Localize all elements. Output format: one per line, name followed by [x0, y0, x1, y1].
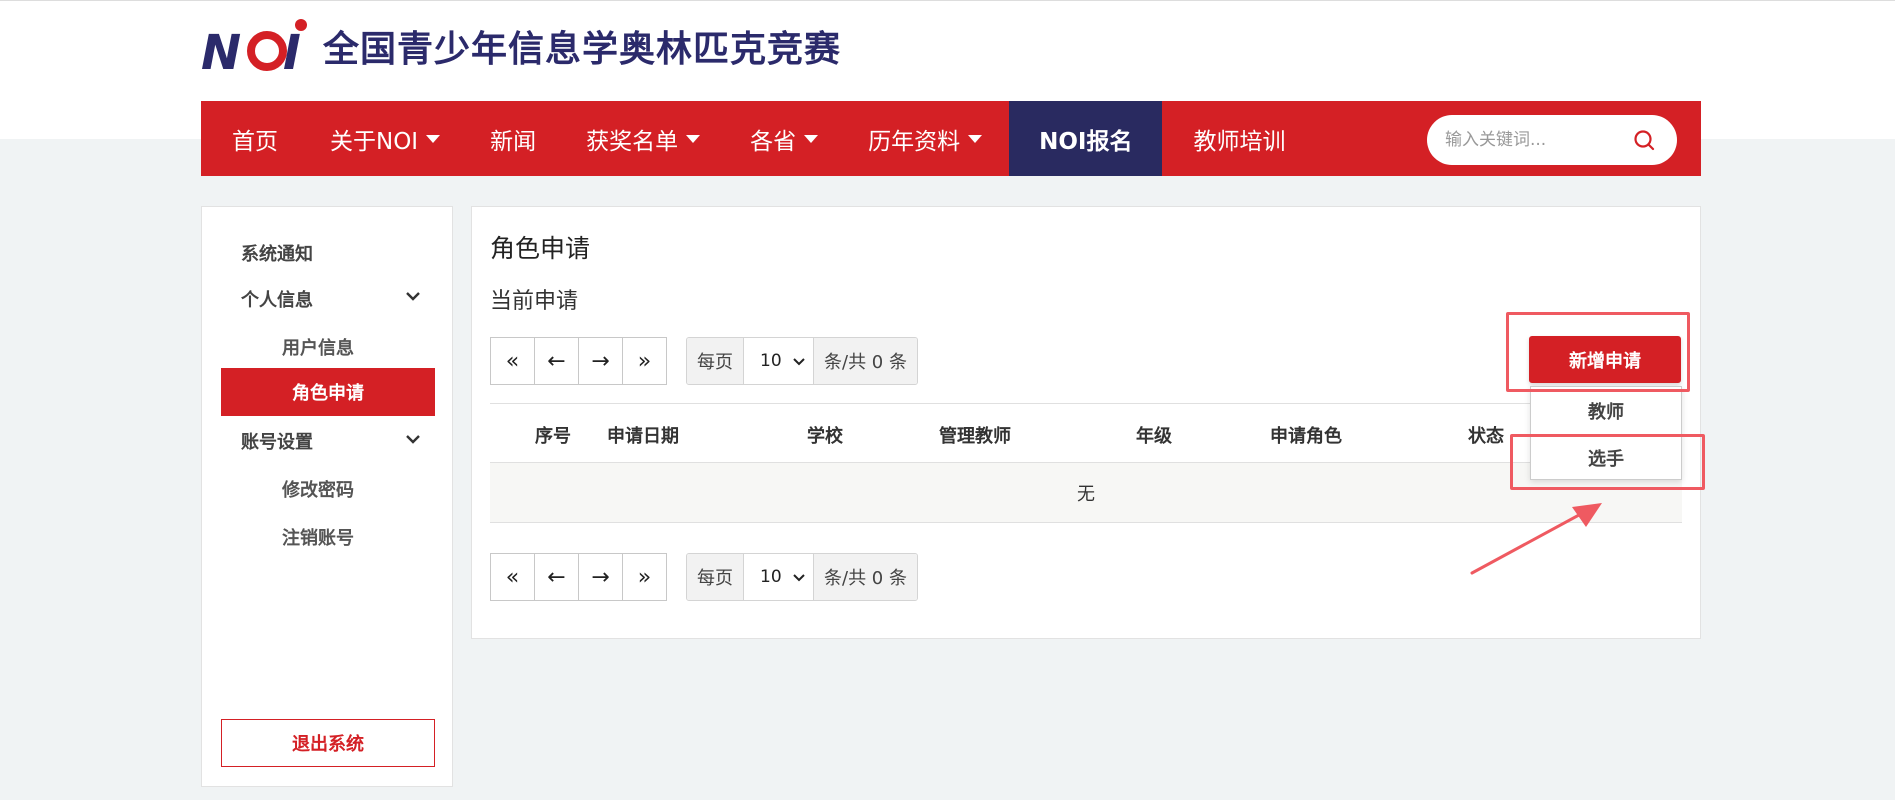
chevron-down-icon [793, 358, 805, 366]
chevron-down-icon [793, 574, 805, 582]
caret-down-icon [804, 134, 819, 143]
pager-bottom: « ← → » 每页 10 条/共 0 条 [490, 553, 918, 601]
page-title: 角色申请 [490, 234, 591, 263]
site-logo[interactable]: N I 全国青少年信息学奥林匹克竞赛 [201, 17, 841, 75]
chevron-down-icon[interactable] [405, 434, 421, 444]
nav-provinces-label: 各省 [750, 128, 797, 155]
next-page-button[interactable]: → [578, 337, 623, 385]
main-nav: 首页 关于NOI 新闻 获奖名单 各省 历年资料 NOI报名 教师培训 [201, 101, 1701, 176]
prev-page-button[interactable]: ← [534, 553, 579, 601]
column-header: 管理教师 [939, 426, 1011, 447]
sidebar: 系统通知 个人信息 用户信息 角色申请 账号设置 修改密码 注销账号 退出系统 [201, 206, 453, 787]
per-page-label: 每页 [687, 338, 743, 384]
nav-noi-registration[interactable]: NOI报名 [1009, 101, 1163, 176]
svg-text:I: I [283, 25, 301, 75]
sidebar-item-user-info[interactable]: 用户信息 [282, 334, 354, 360]
nav-awards[interactable]: 获奖名单 [586, 101, 701, 176]
nav-news[interactable]: 新闻 [490, 101, 536, 176]
nav-teacher-training[interactable]: 教师培训 [1193, 101, 1285, 176]
logout-button[interactable]: 退出系统 [221, 719, 435, 767]
last-page-button[interactable]: » [622, 553, 667, 601]
column-header: 序号 [535, 426, 571, 447]
caret-down-icon [686, 134, 701, 143]
svg-text:N: N [201, 25, 241, 75]
search-icon[interactable] [1633, 129, 1655, 151]
nav-teacher-training-label: 教师培训 [1193, 128, 1286, 155]
noi-logo-icon: N I [201, 19, 307, 75]
page-size-select[interactable]: 10 [743, 554, 814, 600]
sidebar-item-system-notice[interactable]: 系统通知 [241, 240, 313, 266]
page-size-group: 每页 10 条/共 0 条 [686, 553, 918, 601]
prev-page-button[interactable]: ← [534, 337, 579, 385]
column-header: 申请日期 [607, 426, 679, 447]
menu-item-contestant[interactable]: 选手 [1531, 434, 1681, 481]
nav-archives-label: 历年资料 [868, 128, 961, 155]
page-size-select[interactable]: 10 [743, 338, 814, 384]
search-input[interactable] [1445, 130, 1625, 150]
table-header: 序号 申请日期 学校 管理教师 年级 申请角色 状态 [490, 403, 1682, 463]
chevron-down-icon[interactable] [405, 291, 421, 301]
first-page-button[interactable]: « [490, 553, 535, 601]
column-header: 年级 [1136, 426, 1172, 447]
site-title: 全国青少年信息学奥林匹克竞赛 [323, 29, 842, 70]
first-page-button[interactable]: « [490, 337, 535, 385]
menu-item-teacher[interactable]: 教师 [1531, 387, 1681, 434]
search-box [1427, 115, 1677, 165]
nav-home[interactable]: 首页 [232, 101, 278, 176]
page-size-value: 10 [760, 567, 782, 587]
nav-news-label: 新闻 [490, 128, 537, 155]
nav-about[interactable]: 关于NOI [330, 101, 441, 176]
total-count-label: 条/共 0 条 [814, 554, 917, 600]
nav-provinces[interactable]: 各省 [750, 101, 819, 176]
column-header: 申请角色 [1270, 426, 1342, 447]
total-count-label: 条/共 0 条 [814, 338, 917, 384]
sidebar-item-role-apply[interactable]: 角色申请 [221, 368, 435, 416]
pager-top: « ← → » 每页 10 条/共 0 条 [490, 337, 918, 385]
sidebar-item-personal-info[interactable]: 个人信息 [241, 286, 313, 312]
last-page-button[interactable]: » [622, 337, 667, 385]
nav-home-label: 首页 [232, 128, 278, 155]
nav-about-label: 关于NOI [330, 128, 419, 155]
sidebar-item-account-settings[interactable]: 账号设置 [241, 428, 313, 454]
caret-down-icon [968, 134, 983, 143]
add-application-button[interactable]: 新增申请 [1529, 336, 1681, 383]
sidebar-item-deregister[interactable]: 注销账号 [282, 524, 354, 550]
nav-awards-label: 获奖名单 [586, 128, 679, 155]
per-page-label: 每页 [687, 554, 743, 600]
column-header: 状态 [1468, 426, 1504, 447]
add-application-menu: 教师 选手 [1530, 386, 1682, 480]
page-size-value: 10 [760, 351, 782, 371]
annotation-arrow-icon [1470, 503, 1602, 575]
nav-noi-registration-label: NOI报名 [1039, 128, 1133, 155]
section-title: 当前申请 [490, 289, 579, 314]
sidebar-item-change-password[interactable]: 修改密码 [282, 476, 354, 502]
caret-down-icon [426, 134, 441, 143]
column-header: 学校 [807, 426, 843, 447]
nav-archives[interactable]: 历年资料 [868, 101, 983, 176]
next-page-button[interactable]: → [578, 553, 623, 601]
page-size-group: 每页 10 条/共 0 条 [686, 337, 918, 385]
